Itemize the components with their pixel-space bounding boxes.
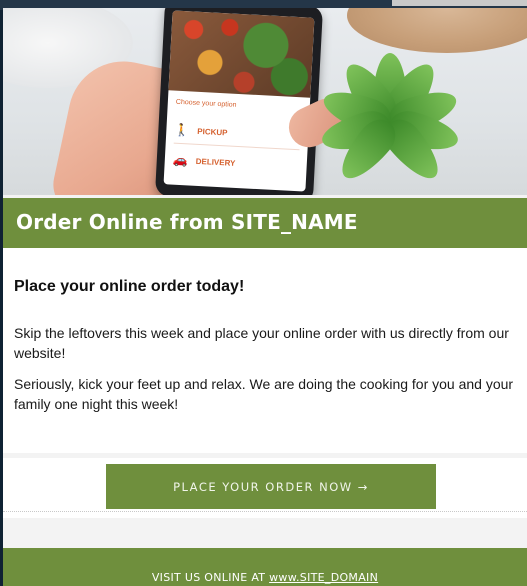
delivery-option: 🚗 DELIVERY xyxy=(172,153,235,170)
succulent-plant xyxy=(303,33,483,193)
email-card: Choose your option 🚶 PICKUP 🚗 DELIVERY O… xyxy=(3,8,527,586)
delivery-label: DELIVERY xyxy=(195,156,236,168)
walking-person-icon: 🚶 xyxy=(174,122,190,138)
phone-illustration: Choose your option 🚶 PICKUP 🚗 DELIVERY xyxy=(154,8,324,195)
page-title: Order Online from SITE_NAME xyxy=(16,210,358,234)
divider xyxy=(173,142,300,151)
footer-text: VISIT US ONLINE AT www.SITE_DOMAIN xyxy=(3,571,527,584)
choose-option-label: Choose your option xyxy=(175,98,237,109)
pickup-option: 🚶 PICKUP xyxy=(174,123,228,140)
footer-prefix: VISIT US ONLINE AT xyxy=(151,571,270,584)
content-paragraph: Seriously, kick your feet up and relax. … xyxy=(14,376,514,412)
hero-image: Choose your option 🚶 PICKUP 🚗 DELIVERY xyxy=(3,8,527,195)
title-bar: Order Online from SITE_NAME xyxy=(3,198,527,248)
car-icon: 🚗 xyxy=(172,152,189,168)
place-order-button[interactable]: PLACE YOUR ORDER NOW → xyxy=(106,464,436,509)
backdrop-left xyxy=(0,300,3,586)
pickup-label: PICKUP xyxy=(197,126,228,137)
site-domain-link[interactable]: www.SITE_DOMAIN xyxy=(269,571,378,584)
divider xyxy=(3,511,527,512)
phone-screen: Choose your option 🚶 PICKUP 🚗 DELIVERY xyxy=(163,10,315,192)
content-section: Place your online order today! Skip the … xyxy=(3,248,527,453)
footer: VISIT US ONLINE AT www.SITE_DOMAIN xyxy=(3,548,527,586)
content-paragraph: Skip the leftovers this week and place y… xyxy=(14,325,509,361)
cta-section: PLACE YOUR ORDER NOW → xyxy=(3,458,527,518)
food-photo xyxy=(168,10,315,98)
content-heading: Place your online order today! xyxy=(14,278,245,295)
backdrop-top-right xyxy=(392,0,527,6)
